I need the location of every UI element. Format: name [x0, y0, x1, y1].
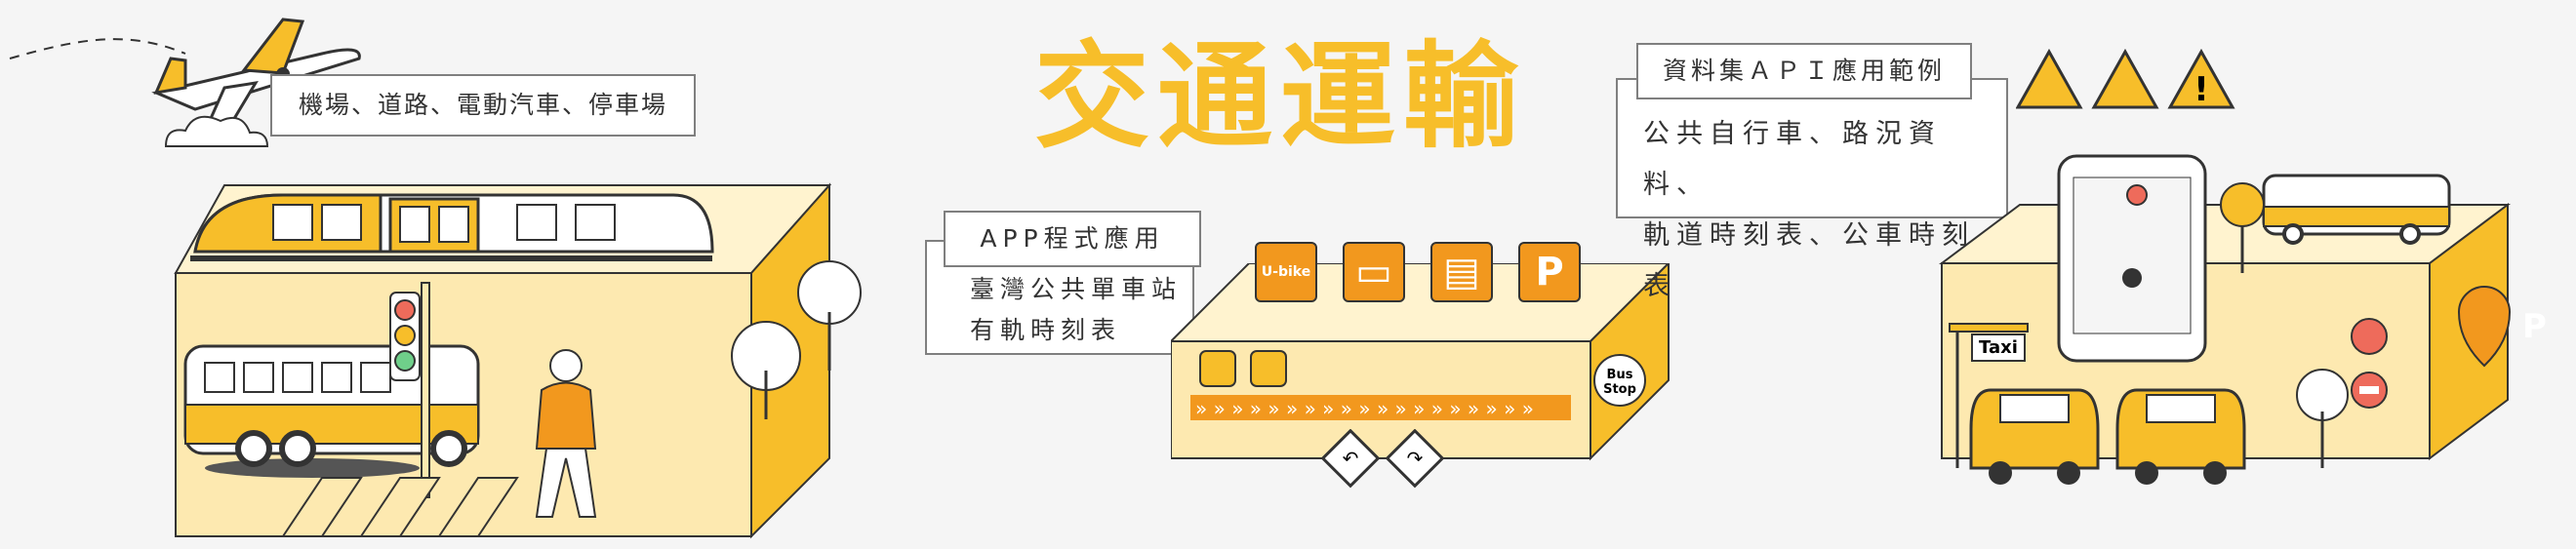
right-transit-scene — [1939, 154, 2512, 485]
svg-text:» » » » » » » » » » » » » » »: » » » » » » » » » » » » » » » » » » » — [1195, 397, 1534, 420]
app-line-bike: 臺灣公共單車站 — [970, 275, 1183, 303]
bus-icon — [2262, 174, 2451, 245]
traffic-jam-icon — [2091, 48, 2159, 109]
crosswalk — [281, 477, 519, 537]
app-header: APP程式應用 — [944, 211, 1201, 267]
parking-app-icon[interactable]: P — [1518, 242, 1581, 302]
smartphone-map-icon — [2057, 154, 2207, 363]
svg-text:!: ! — [2194, 70, 2209, 109]
train-app-icon[interactable]: ▭ — [1343, 242, 1405, 302]
bus-app-icon[interactable]: ▤ — [1430, 242, 1493, 302]
app-line-rail: 有軌時刻表 — [970, 316, 1122, 344]
map-icon — [1250, 350, 1287, 387]
tree-icon — [731, 321, 801, 419]
parking-letter: P — [2522, 307, 2547, 346]
page-title: 交通運輸 — [1034, 29, 1527, 164]
bus-stop-sign — [2220, 182, 2265, 227]
bus-icon — [1199, 350, 1236, 387]
taxi-stand-sign: Taxi — [1971, 333, 2026, 362]
taxi-icon — [2115, 388, 2246, 485]
svg-text:↷: ↷ — [1407, 447, 1424, 470]
ubike-app-icon[interactable]: U-bike — [1255, 242, 1317, 302]
taxi-icon — [1969, 388, 2100, 485]
warning-signs: ! — [2016, 48, 2235, 109]
slippery-road-icon — [2016, 48, 2083, 109]
svg-text:↶: ↶ — [1343, 447, 1359, 470]
no-stopping-icon — [2351, 318, 2388, 355]
api-header: 資料集ＡＰＩ應用範例 — [1636, 43, 1972, 99]
svg-text:Stop: Stop — [1603, 382, 1636, 397]
train-icon — [190, 193, 714, 261]
app-icon-row: U-bike ▭ ▤ P — [1255, 242, 1581, 302]
svg-text:Bus: Bus — [1607, 368, 1633, 382]
turn-signs: ↶ ↷ — [1320, 429, 1445, 489]
airport-road-label: 機場、道路、電動汽車、停車場 — [270, 74, 696, 137]
